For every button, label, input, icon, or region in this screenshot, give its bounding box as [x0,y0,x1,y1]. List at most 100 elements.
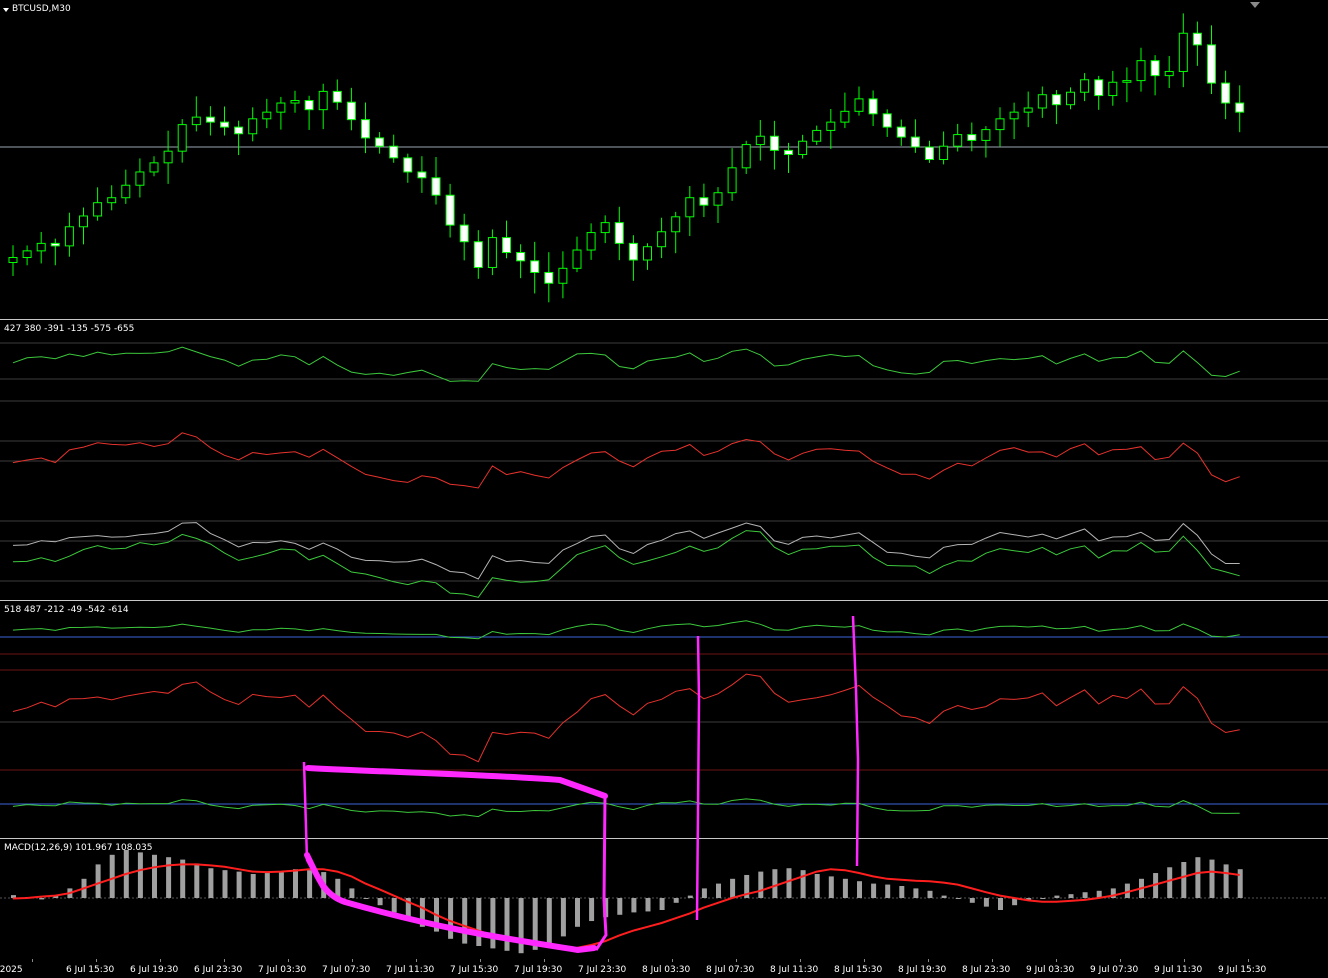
candle [896,119,906,146]
macd-bar [927,890,933,898]
candle [882,109,892,137]
candle-body [191,116,201,126]
candle [220,106,229,136]
time-tick [32,959,33,962]
chart-symbol-label: BTCUSD,M30 [12,4,71,14]
candle-body [755,135,765,146]
indicator-pane-2[interactable]: 518 487 -212 -49 -542 -614 [0,602,1328,838]
time-tick [96,959,97,962]
time-tick [672,959,673,962]
pane-separator[interactable] [0,600,1328,601]
macd-bar [490,898,496,949]
candle [64,212,74,257]
macd-bar [617,898,623,915]
candle [403,153,413,183]
candle-body [910,136,920,148]
candle [1009,102,1019,140]
candle-body [332,90,342,103]
macd-bar [1237,869,1243,898]
indicator-2-label: 518 487 -212 -49 -542 -614 [4,605,129,615]
candle [995,107,1005,147]
indicator-2-lines [0,620,1328,818]
candle [431,156,441,205]
price-candles[interactable] [0,0,1328,319]
price-chart-pane[interactable]: BTCUSD,M30 [0,0,1328,319]
candle [502,220,511,259]
time-label: 7 Jul 23:30 [578,965,627,975]
macd-bar [109,854,115,898]
macd-label: MACD(12,26,9) 101.967 108.035 [4,843,153,853]
collapse-triangle-icon[interactable] [3,8,9,12]
candle [925,140,934,163]
candle-body [530,260,540,273]
candle-body [995,118,1005,131]
macd-bar [589,898,595,922]
candle [1023,91,1033,128]
candle-body [600,222,610,234]
candle-body [163,150,173,164]
candle-body [967,134,977,141]
candle [389,134,399,163]
pane-separator[interactable] [0,838,1328,839]
time-label: 7 Jul 03:30 [258,965,307,975]
candle [868,90,878,127]
macd-bar [321,872,327,898]
candle [346,87,356,131]
candle [1051,89,1061,125]
candle [459,213,469,261]
macd-bar [504,898,510,951]
time-label: 9 Jul 07:30 [1090,965,1139,975]
time-label: 8 Jul 07:30 [706,965,755,975]
indicator-2-green-line [12,620,1240,640]
candle-body [135,171,145,186]
candle [981,126,991,158]
macd-bar [546,898,552,944]
macd-bar [786,868,792,898]
candle [304,95,314,130]
candle [741,140,751,174]
candle [1037,86,1047,118]
candle [248,107,258,142]
macd-bar [659,898,665,910]
candle-body [896,126,906,138]
time-label: 6 Jul 19:30 [130,965,179,975]
time-label: 8 Jul 03:30 [642,965,691,975]
macd-bar [1195,857,1201,898]
indicator-pane-1[interactable]: 427 380 -391 -135 -575 -655 [0,321,1328,600]
candle [685,186,695,237]
candle-body [262,111,272,120]
candle [628,235,638,281]
macd-bar [1054,895,1060,898]
candle-body [502,237,511,254]
candle-body [375,137,385,147]
pane-separator[interactable] [0,319,1328,320]
time-label: 9 Jul 15:30 [1218,965,1267,975]
candle-body [1235,102,1245,113]
candle-body [1136,60,1146,82]
candle [558,251,568,299]
macd-bar [955,898,961,899]
candle [79,207,88,245]
time-label: 8 Jul 23:30 [962,965,1011,975]
candle [1164,56,1174,89]
shift-marker-icon[interactable] [1250,2,1260,8]
candle-body [1164,70,1174,77]
macd-bar [462,898,468,944]
candle-body [1221,82,1231,104]
candle-body [8,257,18,263]
time-tick [736,959,737,962]
candle-body [346,101,356,121]
candle-body [64,226,74,247]
candle [530,241,540,294]
candle-body [403,157,413,173]
time-label: 7 Jul 11:30 [386,965,435,975]
candle [332,79,342,110]
candle-body [361,119,370,139]
time-tick [1120,959,1121,962]
macd-pane[interactable]: MACD(12,26,9) 101.967 108.035 [0,840,1328,959]
macd-bar [772,869,778,898]
candle [487,229,497,276]
candle [22,245,32,266]
macd-bar [419,898,425,927]
candle-body [93,202,103,217]
